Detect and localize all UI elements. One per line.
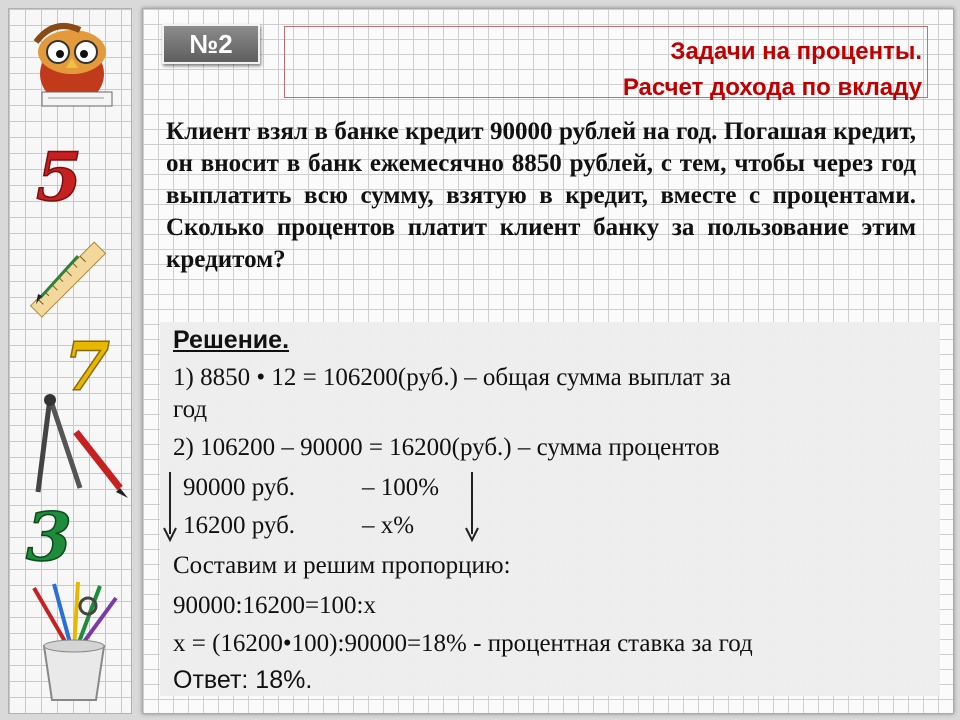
svg-text:3: 3 [26, 500, 72, 570]
proportion-row-2-left: 16200 руб. [183, 512, 296, 539]
slide-number-badge: №2 [162, 24, 260, 64]
problem-statement: Клиент взял в банке кредит 90000 рублей … [166, 118, 916, 273]
solution-step-1-continued: год [173, 396, 208, 423]
solution-result: х = (16200•100):90000=18% - процентная с… [173, 630, 753, 657]
solution-instruction: Составим и решим пропорцию: [173, 552, 511, 579]
solution-step-1: 1) 8850 • 12 = 106200(руб.) – общая сумм… [173, 364, 732, 391]
owl-icon [33, 23, 113, 107]
proportion-row-1-left: 90000 руб. [183, 474, 296, 501]
solution-answer: Ответ: 18%. [173, 666, 313, 694]
svg-text:7: 7 [64, 330, 110, 400]
digit-7-icon: 7 [63, 330, 111, 400]
proportion-row-2-right: – х% [362, 512, 415, 539]
slide-title-line-2: Расчет дохода по вкладу [622, 74, 922, 101]
solution-heading: Решение. [173, 326, 290, 354]
digit-3-icon: 3 [25, 500, 72, 570]
compass-icon [35, 394, 128, 498]
svg-text:5: 5 [36, 140, 82, 210]
solution-step-2: 2) 106200 – 90000 = 16200(руб.) – сумма … [173, 434, 720, 461]
slide-title-line-1: Задачи на проценты. [670, 38, 922, 65]
solution-proportion: 90000:16200=100:х [173, 592, 376, 619]
proportion-arrow-right [465, 472, 479, 543]
proportion-row-1-right: – 100% [362, 474, 440, 501]
digit-5-icon: 5 [35, 140, 82, 210]
slide-title: Задачи на проценты. Расчет дохода по вкл… [623, 34, 922, 106]
proportion-arrow-left [163, 472, 177, 543]
ruler-pencil-icon [29, 241, 107, 318]
pencil-cup-icon [32, 581, 118, 701]
